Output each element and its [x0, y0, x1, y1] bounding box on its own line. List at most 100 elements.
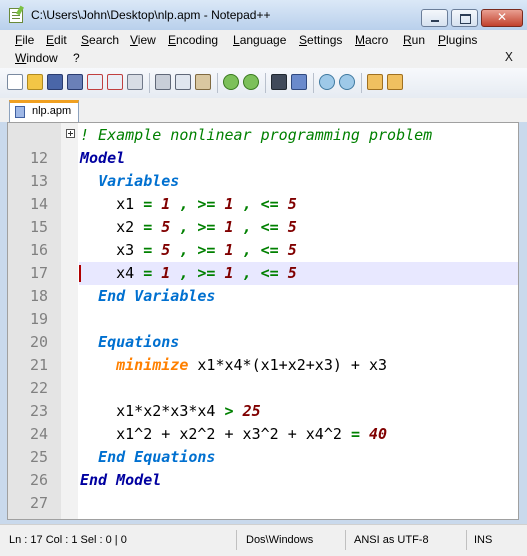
menu-edit[interactable]: Edit [46, 33, 67, 47]
open-file-icon[interactable] [27, 74, 43, 90]
line-text[interactable]: ! Example nonlinear programming problem [79, 124, 518, 147]
zoom-in-icon[interactable] [319, 74, 335, 90]
line-text[interactable]: End Model [79, 469, 518, 492]
code-line[interactable]: ! Example nonlinear programming problem [8, 124, 518, 147]
line-text[interactable]: End Variables [79, 285, 518, 308]
print-icon[interactable] [127, 74, 143, 90]
sync-horizontal-icon[interactable] [387, 74, 403, 90]
toolbar-separator [361, 73, 362, 93]
code-line[interactable]: 14 x1 = 1 , >= 1 , <= 5 [8, 193, 518, 216]
code-token: >= [197, 218, 216, 236]
code-line[interactable]: 17 x4 = 1 , >= 1 , <= 5 [8, 262, 518, 285]
line-text[interactable]: x1 = 1 , >= 1 , <= 5 [79, 193, 518, 216]
code-token: x1*x4*(x1+x2+x3) + x3 [188, 356, 388, 374]
copy-icon[interactable] [175, 74, 191, 90]
code-line[interactable]: 25 End Equations [8, 446, 518, 469]
code-line[interactable]: 12 Model [8, 147, 518, 170]
line-text[interactable]: Variables [79, 170, 518, 193]
menu-window[interactable]: Window [15, 51, 58, 65]
code-token: , [233, 195, 261, 213]
menu-settings[interactable]: Settings [299, 33, 342, 47]
code-line[interactable]: 27 [8, 492, 518, 515]
tab-nlp-apm[interactable]: nlp.apm [9, 100, 79, 122]
code-token: = [350, 425, 360, 443]
code-token: = [143, 241, 153, 259]
line-text[interactable]: Model [79, 147, 518, 170]
menu-macro[interactable]: Macro [355, 33, 388, 47]
find-icon[interactable] [271, 74, 287, 90]
close-all-icon[interactable] [107, 74, 123, 90]
code-token: 25 [242, 402, 261, 420]
code-token: > [224, 402, 234, 420]
redo-icon[interactable] [243, 74, 259, 90]
editor-pane[interactable]: ! Example nonlinear programming problem 1… [7, 122, 519, 520]
code-token: , [170, 264, 198, 282]
close-document-x[interactable]: X [505, 50, 513, 64]
undo-icon[interactable] [223, 74, 239, 90]
menu-view[interactable]: View [130, 33, 156, 47]
line-number: 12 [29, 149, 48, 167]
menu-search[interactable]: Search [81, 33, 119, 47]
line-text[interactable] [79, 492, 518, 515]
menu-encoding[interactable]: Encoding [168, 33, 218, 47]
save-icon[interactable] [47, 74, 63, 90]
code-token: , [233, 264, 261, 282]
line-text[interactable]: x1^2 + x2^2 + x3^2 + x4^2 = 40 [79, 423, 518, 446]
minimize-button[interactable] [421, 9, 448, 27]
line-number: 17 [29, 264, 48, 282]
status-encoding: ANSI as UTF-8 [350, 530, 467, 550]
code-line[interactable]: 23 x1*x2*x3*x4 > 25 [8, 400, 518, 423]
code-line[interactable]: 24 x1^2 + x2^2 + x3^2 + x4^2 = 40 [8, 423, 518, 446]
code-token: 1 [161, 264, 171, 282]
notepadpp-icon [9, 8, 23, 23]
code-line[interactable]: 15 x2 = 5 , >= 1 , <= 5 [8, 216, 518, 239]
code-line[interactable]: 18 End Variables [8, 285, 518, 308]
line-text[interactable]: End Equations [79, 446, 518, 469]
line-text[interactable] [79, 308, 518, 331]
line-number: 18 [29, 287, 48, 305]
new-file-icon[interactable] [7, 74, 23, 90]
menu-run[interactable]: Run [403, 33, 425, 47]
line-text[interactable]: x3 = 5 , >= 1 , <= 5 [79, 239, 518, 262]
menu-help[interactable]: ? [73, 51, 80, 65]
code-line[interactable]: 13 Variables [8, 170, 518, 193]
replace-icon[interactable] [291, 74, 307, 90]
menu-language[interactable]: Language [233, 33, 286, 47]
maximize-button[interactable] [451, 9, 478, 27]
code-line[interactable]: 22 [8, 377, 518, 400]
line-text[interactable] [79, 377, 518, 400]
code-token: End [80, 471, 117, 489]
code-line[interactable]: 16 x3 = 5 , >= 1 , <= 5 [8, 239, 518, 262]
toolbar [0, 68, 527, 99]
close-window-button[interactable] [481, 9, 523, 27]
code-token: x2 [80, 218, 144, 236]
menu-plugins[interactable]: Plugins [438, 33, 477, 47]
menu-file[interactable]: File [15, 33, 34, 47]
line-text[interactable]: x1*x2*x3*x4 > 25 [79, 400, 518, 423]
code-token: Model [116, 471, 162, 489]
paste-icon[interactable] [195, 74, 211, 90]
cut-icon[interactable] [155, 74, 171, 90]
code-line[interactable]: 19 [8, 308, 518, 331]
code-token: End Variables [98, 287, 216, 305]
sync-vertical-icon[interactable] [367, 74, 383, 90]
code-line[interactable]: 20 Equations [8, 331, 518, 354]
code-line[interactable]: 21 minimize x1*x4*(x1+x2+x3) + x3 [8, 354, 518, 377]
line-text[interactable]: x2 = 5 , >= 1 , <= 5 [79, 216, 518, 239]
document-icon [15, 106, 25, 118]
window-title: C:\Users\John\Desktop\nlp.apm - Notepad+… [31, 8, 271, 22]
line-text[interactable]: Equations [79, 331, 518, 354]
close-icon[interactable] [87, 74, 103, 90]
status-position: Ln : 17 Col : 1 Sel : 0 | 0 [5, 530, 237, 550]
line-text[interactable]: x4 = 1 , >= 1 , <= 5 [79, 262, 518, 285]
save-all-icon[interactable] [67, 74, 83, 90]
zoom-out-icon[interactable] [339, 74, 355, 90]
code-line[interactable]: 26 End Model [8, 469, 518, 492]
code-token: <= [260, 195, 279, 213]
line-number: 25 [29, 448, 48, 466]
title-bar[interactable]: C:\Users\John\Desktop\nlp.apm - Notepad+… [0, 0, 527, 30]
line-text[interactable]: minimize x1*x4*(x1+x2+x3) + x3 [79, 354, 518, 377]
